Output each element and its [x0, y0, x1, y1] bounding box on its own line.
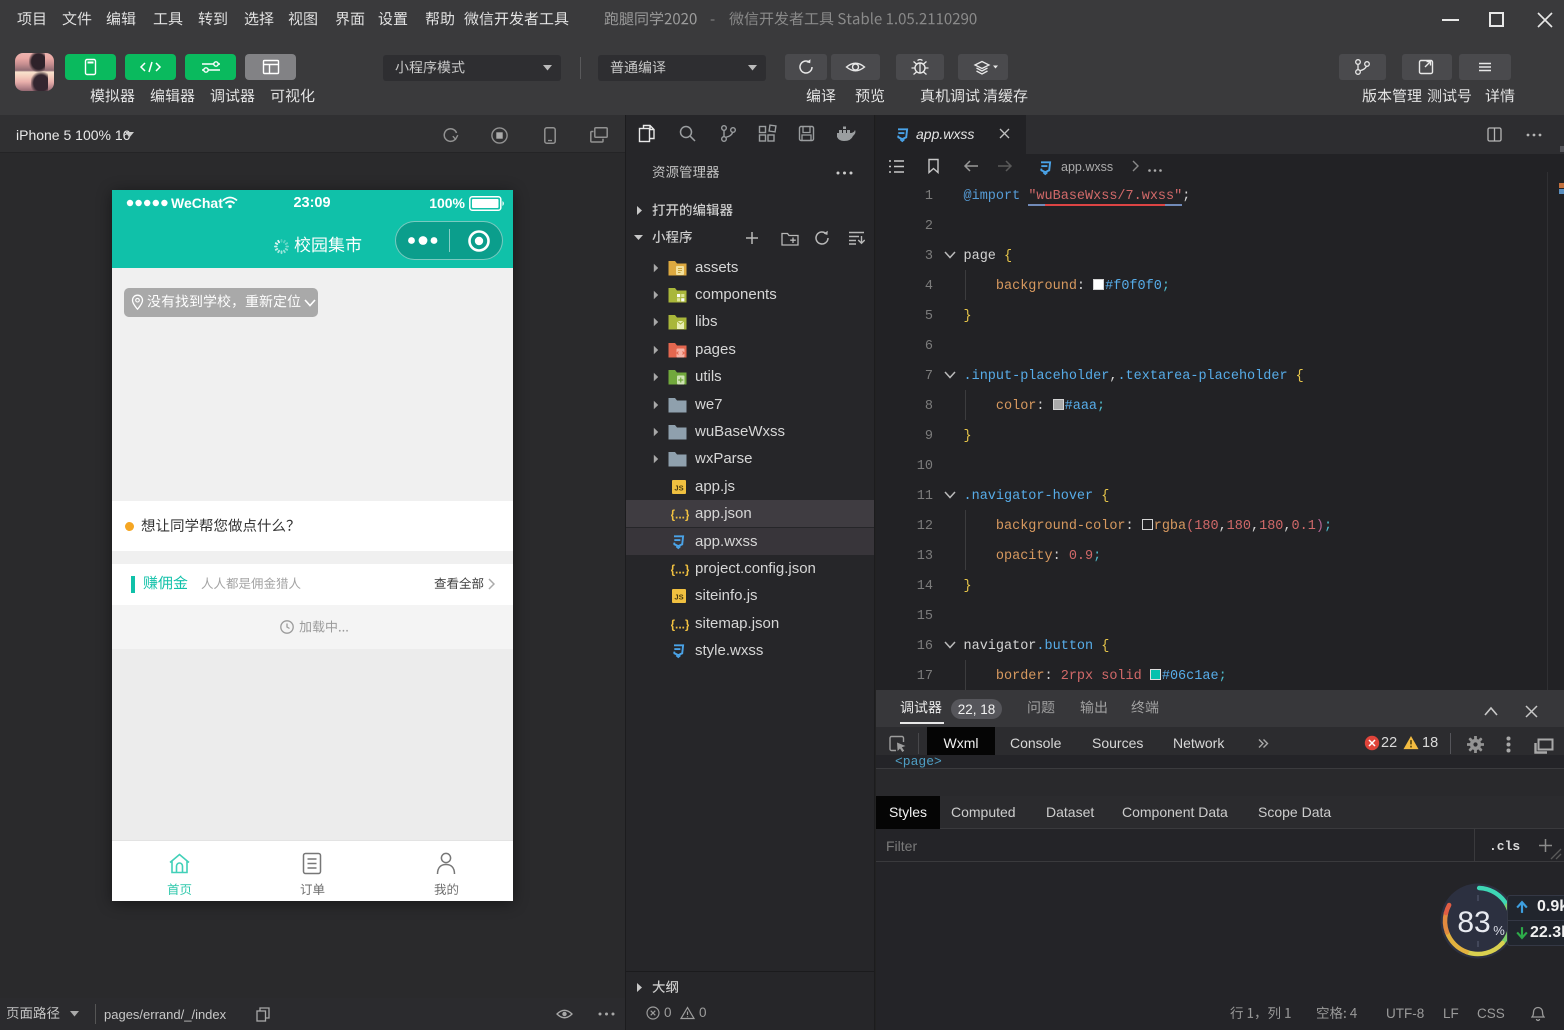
svg-text:JS: JS	[674, 483, 683, 492]
svg-text:{...}: {...}	[671, 508, 689, 522]
svg-text:%: %	[1493, 923, 1505, 938]
svg-text:{...}: {...}	[671, 562, 689, 576]
svg-text:83: 83	[1457, 906, 1490, 939]
svg-text:{...}: {...}	[671, 617, 689, 631]
svg-text:JS: JS	[674, 593, 683, 602]
